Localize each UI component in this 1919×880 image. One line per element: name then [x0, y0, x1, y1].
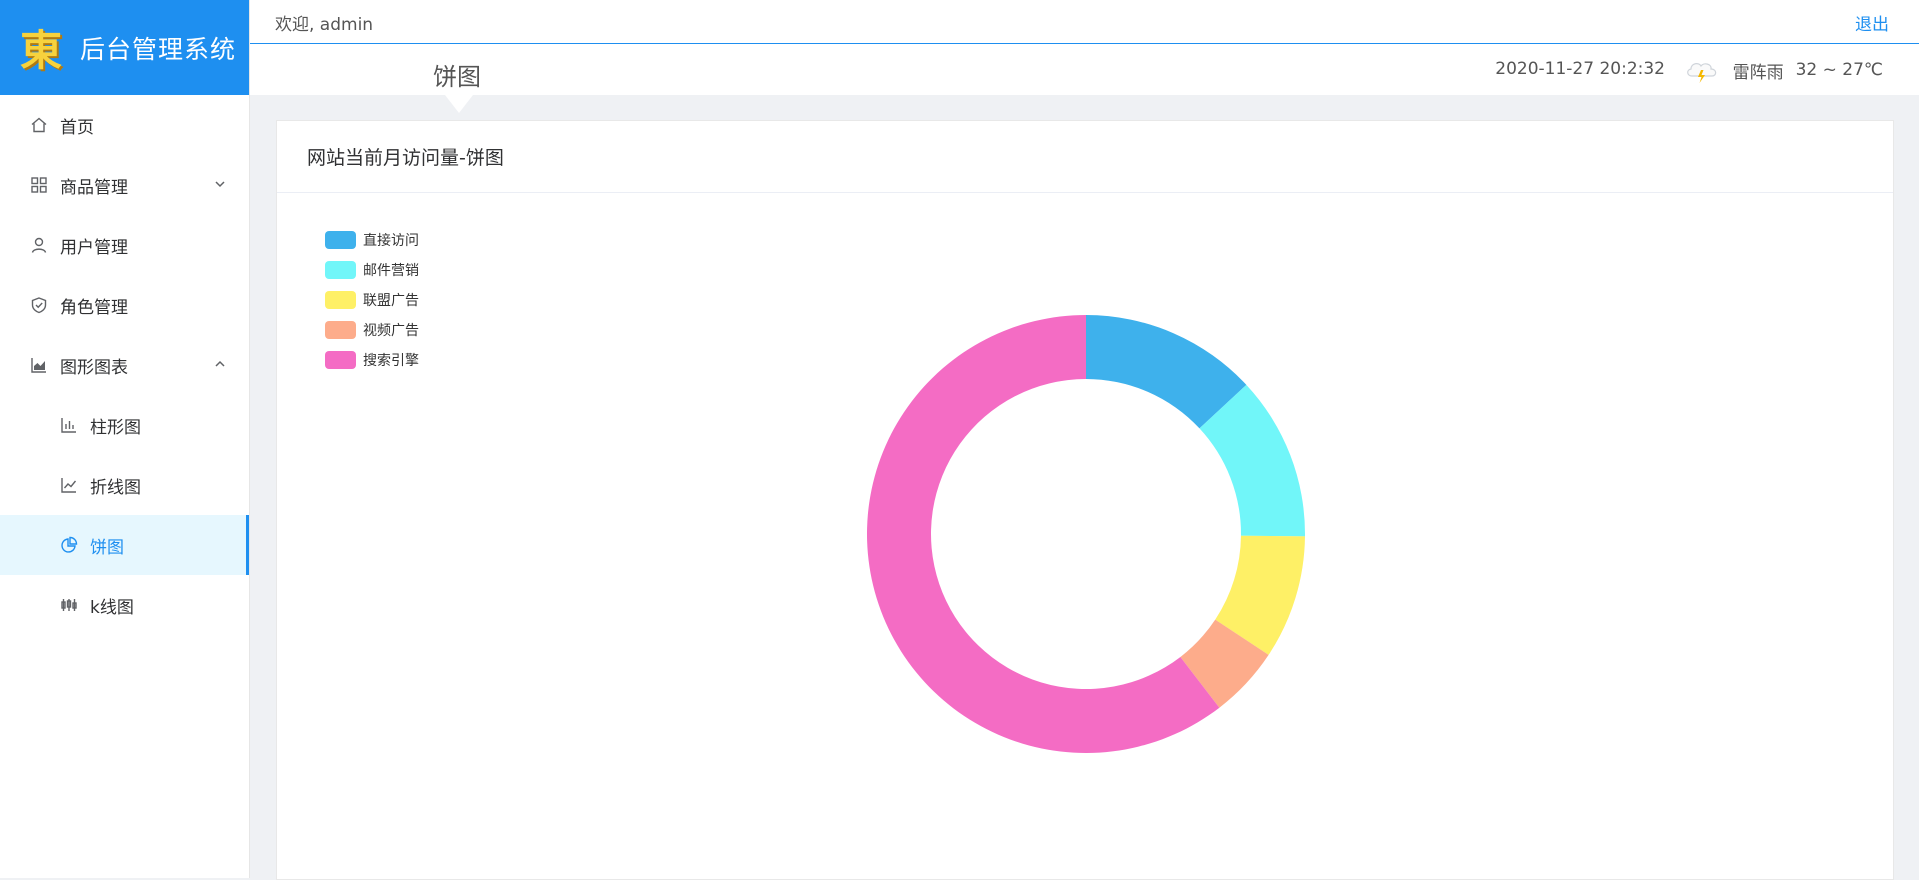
welcome-text: 欢迎, admin: [275, 15, 374, 35]
sidebar-item-home[interactable]: 首页: [0, 95, 249, 155]
sidebar: 東 后台管理系统 首页 商品管理 用户管理 角色管理 图形图表 柱形图 折线图 …: [0, 0, 250, 878]
sidebar-item-charts[interactable]: 图形图表: [0, 335, 249, 395]
chart-card: 网站当前月访问量-饼图 直接访问 邮件营销 联盟广告 视频广告 搜索引擎: [276, 120, 1894, 880]
sidebar-item-label: k线图: [90, 597, 134, 618]
sidebar-item-bar-chart[interactable]: 柱形图: [0, 395, 249, 455]
sidebar-item-label: 角色管理: [60, 297, 128, 318]
weather-condition: 雷阵雨: [1732, 62, 1784, 83]
sidebar-item-label: 用户管理: [60, 237, 128, 258]
logo[interactable]: 東 后台管理系统: [0, 0, 249, 95]
sidebar-item-kline-chart[interactable]: k线图: [0, 575, 249, 635]
app-title: 后台管理系统: [80, 34, 237, 64]
sidebar-item-label: 柱形图: [90, 417, 141, 438]
shield-icon: [30, 296, 48, 314]
chevron-down-icon: [215, 181, 225, 188]
sidebar-item-products[interactable]: 商品管理: [0, 155, 249, 215]
sidebar-item-label: 图形图表: [60, 357, 128, 378]
grid-icon: [30, 176, 48, 194]
line-chart-icon: [60, 476, 78, 494]
home-icon: [30, 116, 48, 134]
thunderstorm-icon: [1686, 63, 1716, 83]
sub-header: 饼图 2020-11-27 20:2:32 雷阵雨 32 ~ 27℃: [250, 44, 1919, 95]
logout-link[interactable]: 退出: [1855, 10, 1889, 35]
sidebar-item-label: 商品管理: [60, 177, 128, 198]
weather-temp: 32 ~ 27℃: [1795, 60, 1883, 80]
sidebar-item-label: 折线图: [90, 477, 141, 498]
page-title: 饼图: [433, 63, 481, 91]
sidebar-item-pie-chart[interactable]: 饼图: [0, 515, 249, 575]
sidebar-item-label: 首页: [60, 117, 94, 138]
sidebar-item-line-chart[interactable]: 折线图: [0, 455, 249, 515]
candlestick-icon: [60, 596, 78, 614]
page-title-caret: [445, 95, 473, 113]
top-header: 欢迎, admin 退出: [250, 0, 1919, 44]
bar-chart-icon: [60, 416, 78, 434]
chevron-up-icon: [215, 360, 225, 367]
pie-chart-icon: [60, 536, 78, 554]
donut-chart: [866, 315, 1305, 753]
sidebar-item-roles[interactable]: 角色管理: [0, 275, 249, 335]
weather-widget: 雷阵雨 32 ~ 27℃: [1683, 56, 1883, 84]
logo-mark: 東: [19, 26, 62, 75]
sidebar-menu: 首页 商品管理 用户管理 角色管理 图形图表 柱形图 折线图 饼图 k线图: [0, 95, 249, 635]
area-chart-icon: [30, 356, 48, 374]
datetime: 2020-11-27 20:2:32: [1495, 59, 1665, 79]
user-icon: [30, 236, 48, 254]
sidebar-item-label: 饼图: [90, 537, 124, 558]
sidebar-item-users[interactable]: 用户管理: [0, 215, 249, 275]
